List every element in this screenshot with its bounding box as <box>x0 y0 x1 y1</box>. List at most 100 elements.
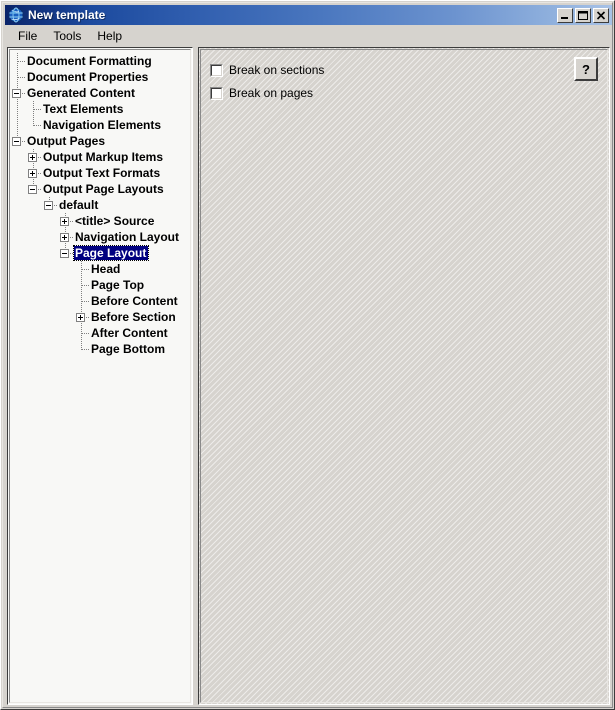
tree-node-label: Output Text Formats <box>43 166 161 180</box>
menu-item-tools[interactable]: Tools <box>46 28 88 45</box>
minus-icon[interactable] <box>60 249 69 258</box>
tree-view[interactable]: Document Formatting Document Properties Ge… <box>9 49 191 703</box>
window-inner-frame: New template File Tools Help Document Fo… <box>2 2 613 708</box>
tree-expand-box[interactable] <box>58 229 74 245</box>
tree-connector <box>74 341 90 357</box>
plus-icon[interactable] <box>76 313 85 322</box>
tree-node-document-properties[interactable]: Document Properties <box>10 69 190 85</box>
tree-node-label: Document Properties <box>27 70 149 84</box>
tree-connector <box>74 277 90 293</box>
break-on-sections-row[interactable]: Break on sections <box>210 63 324 77</box>
plus-icon[interactable] <box>28 153 37 162</box>
tree-node-navigation-layout[interactable]: Navigation Layout <box>10 229 190 245</box>
break-on-pages-checkbox[interactable] <box>210 86 223 100</box>
tree-node-output-markup-items[interactable]: Output Markup Items <box>10 149 190 165</box>
tree-node-text-elements[interactable]: Text Elements <box>10 101 190 117</box>
menu-item-help[interactable]: Help <box>90 28 129 45</box>
break-on-sections-checkbox[interactable] <box>210 63 223 77</box>
tree-expand-box[interactable] <box>26 149 42 165</box>
minus-icon[interactable] <box>28 185 37 194</box>
tree-node-generated-content[interactable]: Generated Content <box>10 85 190 101</box>
tree-collapse-box[interactable] <box>58 245 74 261</box>
tree-node-navigation-elements[interactable]: Navigation Elements <box>10 117 190 133</box>
break-on-pages-row[interactable]: Break on pages <box>210 86 313 100</box>
tree-node-output-page-layouts[interactable]: Output Page Layouts <box>10 181 190 197</box>
tree-node-label: Output Page Layouts <box>43 182 164 196</box>
tree-node-title-source[interactable]: <title> Source <box>10 213 190 229</box>
plus-icon[interactable] <box>28 169 37 178</box>
maximize-button[interactable] <box>575 7 591 23</box>
tree-node-label: Head <box>91 262 121 276</box>
tree-node-label: Before Content <box>91 294 178 308</box>
minus-icon[interactable] <box>44 201 53 210</box>
minus-icon[interactable] <box>12 137 21 146</box>
menu-item-file[interactable]: File <box>11 28 44 45</box>
plus-icon[interactable] <box>60 217 69 226</box>
tree-node-page-bottom[interactable]: Page Bottom <box>10 341 190 357</box>
help-button[interactable]: ? <box>574 57 598 81</box>
tree-node-label: Before Section <box>91 310 176 324</box>
tree-node-output-text-formats[interactable]: Output Text Formats <box>10 165 190 181</box>
tree-node-output-pages[interactable]: Output Pages <box>10 133 190 149</box>
tree-indent <box>10 101 26 117</box>
maximize-icon <box>576 9 590 22</box>
tree-node-after-content[interactable]: After Content <box>10 325 190 341</box>
tree-expand-box[interactable] <box>26 165 42 181</box>
tree-collapse-box[interactable] <box>10 133 26 149</box>
minus-icon[interactable] <box>12 89 21 98</box>
tree-panel: Document Formatting Document Properties Ge… <box>7 47 193 705</box>
tree-collapse-box[interactable] <box>26 181 42 197</box>
tree-node-document-formatting[interactable]: Document Formatting <box>10 53 190 69</box>
tree-node-label: Page Bottom <box>91 342 166 356</box>
tree-node-before-content[interactable]: Before Content <box>10 293 190 309</box>
tree-connector <box>26 101 42 117</box>
minimize-button[interactable] <box>557 7 573 23</box>
window-title: New template <box>28 8 106 22</box>
tree-connector <box>74 325 90 341</box>
tree-node-label: Generated Content <box>27 86 136 100</box>
plus-icon[interactable] <box>60 233 69 242</box>
tree-node-head[interactable]: Head <box>10 261 190 277</box>
tree-node-page-top[interactable]: Page Top <box>10 277 190 293</box>
tree-collapse-box[interactable] <box>10 85 26 101</box>
tree-node-label: Output Pages <box>27 134 106 148</box>
title-bar[interactable]: New template <box>5 5 612 25</box>
menu-bar: File Tools Help <box>5 27 612 45</box>
tree-indent <box>10 117 26 133</box>
tree-node-default[interactable]: default <box>10 197 190 213</box>
tree-node-before-section[interactable]: Before Section <box>10 309 190 325</box>
tree-collapse-box[interactable] <box>42 197 58 213</box>
tree-node-page-layout[interactable]: Page Layout <box>10 245 190 261</box>
tree-expand-box[interactable] <box>58 213 74 229</box>
tree-expand-box[interactable] <box>74 309 90 325</box>
close-button[interactable] <box>593 7 609 23</box>
